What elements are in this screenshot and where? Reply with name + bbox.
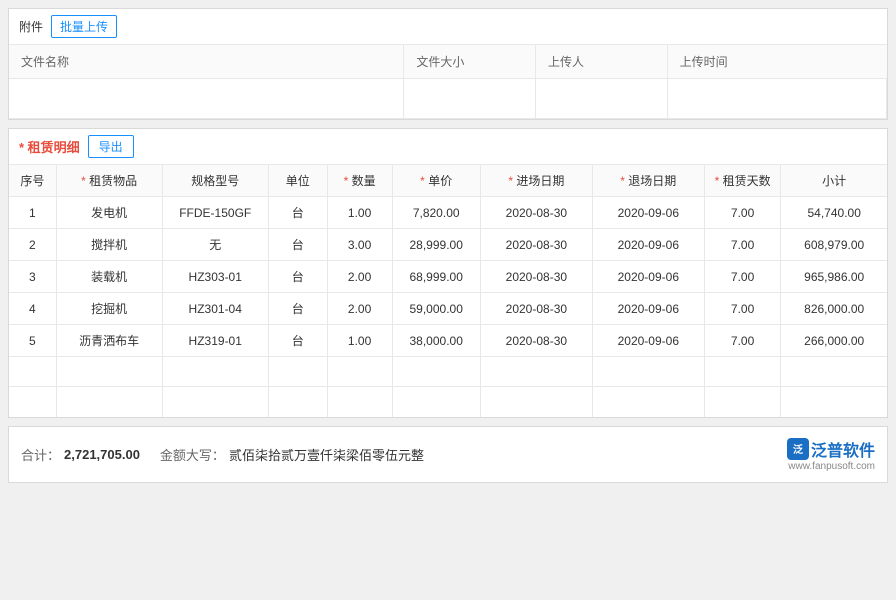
col-subtotal: 小计 (781, 165, 887, 197)
cell-exit_date: 2020-09-06 (592, 197, 704, 229)
attach-col-uploadtime: 上传时间 (667, 45, 886, 79)
cell-qty: 3.00 (327, 229, 392, 261)
logo-url: www.fanpusoft.com (788, 461, 875, 472)
export-button[interactable]: 导出 (88, 135, 134, 158)
col-spec: 规格型号 (162, 165, 268, 197)
cell-unit: 台 (268, 197, 327, 229)
attach-col-filesize: 文件大小 (404, 45, 536, 79)
cell-exit_date: 2020-09-06 (592, 229, 704, 261)
rental-title: * 租赁明细 (19, 137, 80, 156)
col-item: 租赁物品 (56, 165, 162, 197)
cell-days: 7.00 (704, 229, 781, 261)
attach-col-uploader: 上传人 (536, 45, 668, 79)
footer-total: 合计： 2,721,705.00 (21, 445, 140, 464)
attachment-header: 附件 批量上传 (9, 9, 887, 45)
cell-price: 38,000.00 (392, 325, 480, 357)
cell-seq: 1 (9, 197, 56, 229)
logo-area: 泛 泛普软件 www.fanpusoft.com (787, 437, 875, 472)
batch-upload-button[interactable]: 批量上传 (51, 15, 117, 38)
cell-qty: 1.00 (327, 197, 392, 229)
logo-brand-text: 泛普软件 (811, 437, 875, 461)
cell-subtotal: 608,979.00 (781, 229, 887, 261)
cell-qty: 2.00 (327, 261, 392, 293)
empty-row (9, 357, 887, 387)
cell-seq: 3 (9, 261, 56, 293)
cell-spec: HZ319-01 (162, 325, 268, 357)
cell-subtotal: 54,740.00 (781, 197, 887, 229)
cell-spec: HZ301-04 (162, 293, 268, 325)
footer-section: 合计： 2,721,705.00 金额大写： 贰佰柒拾贰万壹仟柒梁佰零伍元整 泛… (8, 426, 888, 483)
cell-spec: 无 (162, 229, 268, 261)
table-row: 4挖掘机HZ301-04台2.0059,000.002020-08-302020… (9, 293, 887, 325)
col-price: 单价 (392, 165, 480, 197)
cell-price: 68,999.00 (392, 261, 480, 293)
cell-entry_date: 2020-08-30 (480, 197, 592, 229)
total-value: 2,721,705.00 (64, 447, 140, 462)
attachment-section: 附件 批量上传 文件名称 文件大小 上传人 上传时间 (8, 8, 888, 120)
cell-item: 发电机 (56, 197, 162, 229)
cell-days: 7.00 (704, 293, 781, 325)
table-row: 1发电机FFDE-150GF台1.007,820.002020-08-30202… (9, 197, 887, 229)
table-row: 2搅拌机无台3.0028,999.002020-08-302020-09-067… (9, 229, 887, 261)
cell-unit: 台 (268, 293, 327, 325)
cell-qty: 2.00 (327, 293, 392, 325)
cell-entry_date: 2020-08-30 (480, 261, 592, 293)
logo-icon: 泛 (787, 438, 809, 460)
cell-item: 沥青洒布车 (56, 325, 162, 357)
table-row: 3装载机HZ303-01台2.0068,999.002020-08-302020… (9, 261, 887, 293)
cell-days: 7.00 (704, 197, 781, 229)
rental-table: 序号 租赁物品 规格型号 单位 数量 单价 进场日期 退场日期 租赁天数 小计 … (9, 165, 887, 417)
rental-header: * 租赁明细 导出 (9, 129, 887, 165)
attachment-table: 文件名称 文件大小 上传人 上传时间 (9, 45, 887, 119)
cell-price: 7,820.00 (392, 197, 480, 229)
attachment-label: 附件 (19, 18, 43, 35)
col-unit: 单位 (268, 165, 327, 197)
cell-subtotal: 965,986.00 (781, 261, 887, 293)
attach-col-filename: 文件名称 (9, 45, 404, 79)
logo-brand: 泛 泛普软件 (787, 437, 875, 461)
cell-subtotal: 826,000.00 (781, 293, 887, 325)
empty-row (9, 387, 887, 417)
total-label: 合计： (21, 445, 60, 464)
cell-price: 59,000.00 (392, 293, 480, 325)
cell-exit_date: 2020-09-06 (592, 293, 704, 325)
amount-value: 贰佰柒拾贰万壹仟柒梁佰零伍元整 (229, 445, 424, 464)
cell-qty: 1.00 (327, 325, 392, 357)
cell-unit: 台 (268, 261, 327, 293)
col-entry-date: 进场日期 (480, 165, 592, 197)
amount-label: 金额大写： (160, 445, 225, 464)
cell-unit: 台 (268, 325, 327, 357)
cell-exit_date: 2020-09-06 (592, 325, 704, 357)
cell-entry_date: 2020-08-30 (480, 325, 592, 357)
rental-table-body: 1发电机FFDE-150GF台1.007,820.002020-08-30202… (9, 197, 887, 417)
attach-empty-row (9, 79, 887, 119)
cell-seq: 2 (9, 229, 56, 261)
rental-detail-section: * 租赁明细 导出 序号 租赁物品 规格型号 单 (8, 128, 888, 418)
rental-table-header: 序号 租赁物品 规格型号 单位 数量 单价 进场日期 退场日期 租赁天数 小计 (9, 165, 887, 197)
cell-price: 28,999.00 (392, 229, 480, 261)
cell-unit: 台 (268, 229, 327, 261)
cell-days: 7.00 (704, 261, 781, 293)
cell-seq: 4 (9, 293, 56, 325)
col-seq: 序号 (9, 165, 56, 197)
cell-exit_date: 2020-09-06 (592, 261, 704, 293)
col-days: 租赁天数 (704, 165, 781, 197)
cell-spec: FFDE-150GF (162, 197, 268, 229)
cell-spec: HZ303-01 (162, 261, 268, 293)
table-row: 5沥青洒布车HZ319-01台1.0038,000.002020-08-3020… (9, 325, 887, 357)
cell-item: 装载机 (56, 261, 162, 293)
cell-entry_date: 2020-08-30 (480, 229, 592, 261)
footer-amount: 金额大写： 贰佰柒拾贰万壹仟柒梁佰零伍元整 (160, 445, 767, 464)
cell-item: 搅拌机 (56, 229, 162, 261)
cell-item: 挖掘机 (56, 293, 162, 325)
cell-days: 7.00 (704, 325, 781, 357)
cell-seq: 5 (9, 325, 56, 357)
cell-entry_date: 2020-08-30 (480, 293, 592, 325)
col-exit-date: 退场日期 (592, 165, 704, 197)
col-qty: 数量 (327, 165, 392, 197)
cell-subtotal: 266,000.00 (781, 325, 887, 357)
page-container: 附件 批量上传 文件名称 文件大小 上传人 上传时间 (0, 0, 896, 600)
